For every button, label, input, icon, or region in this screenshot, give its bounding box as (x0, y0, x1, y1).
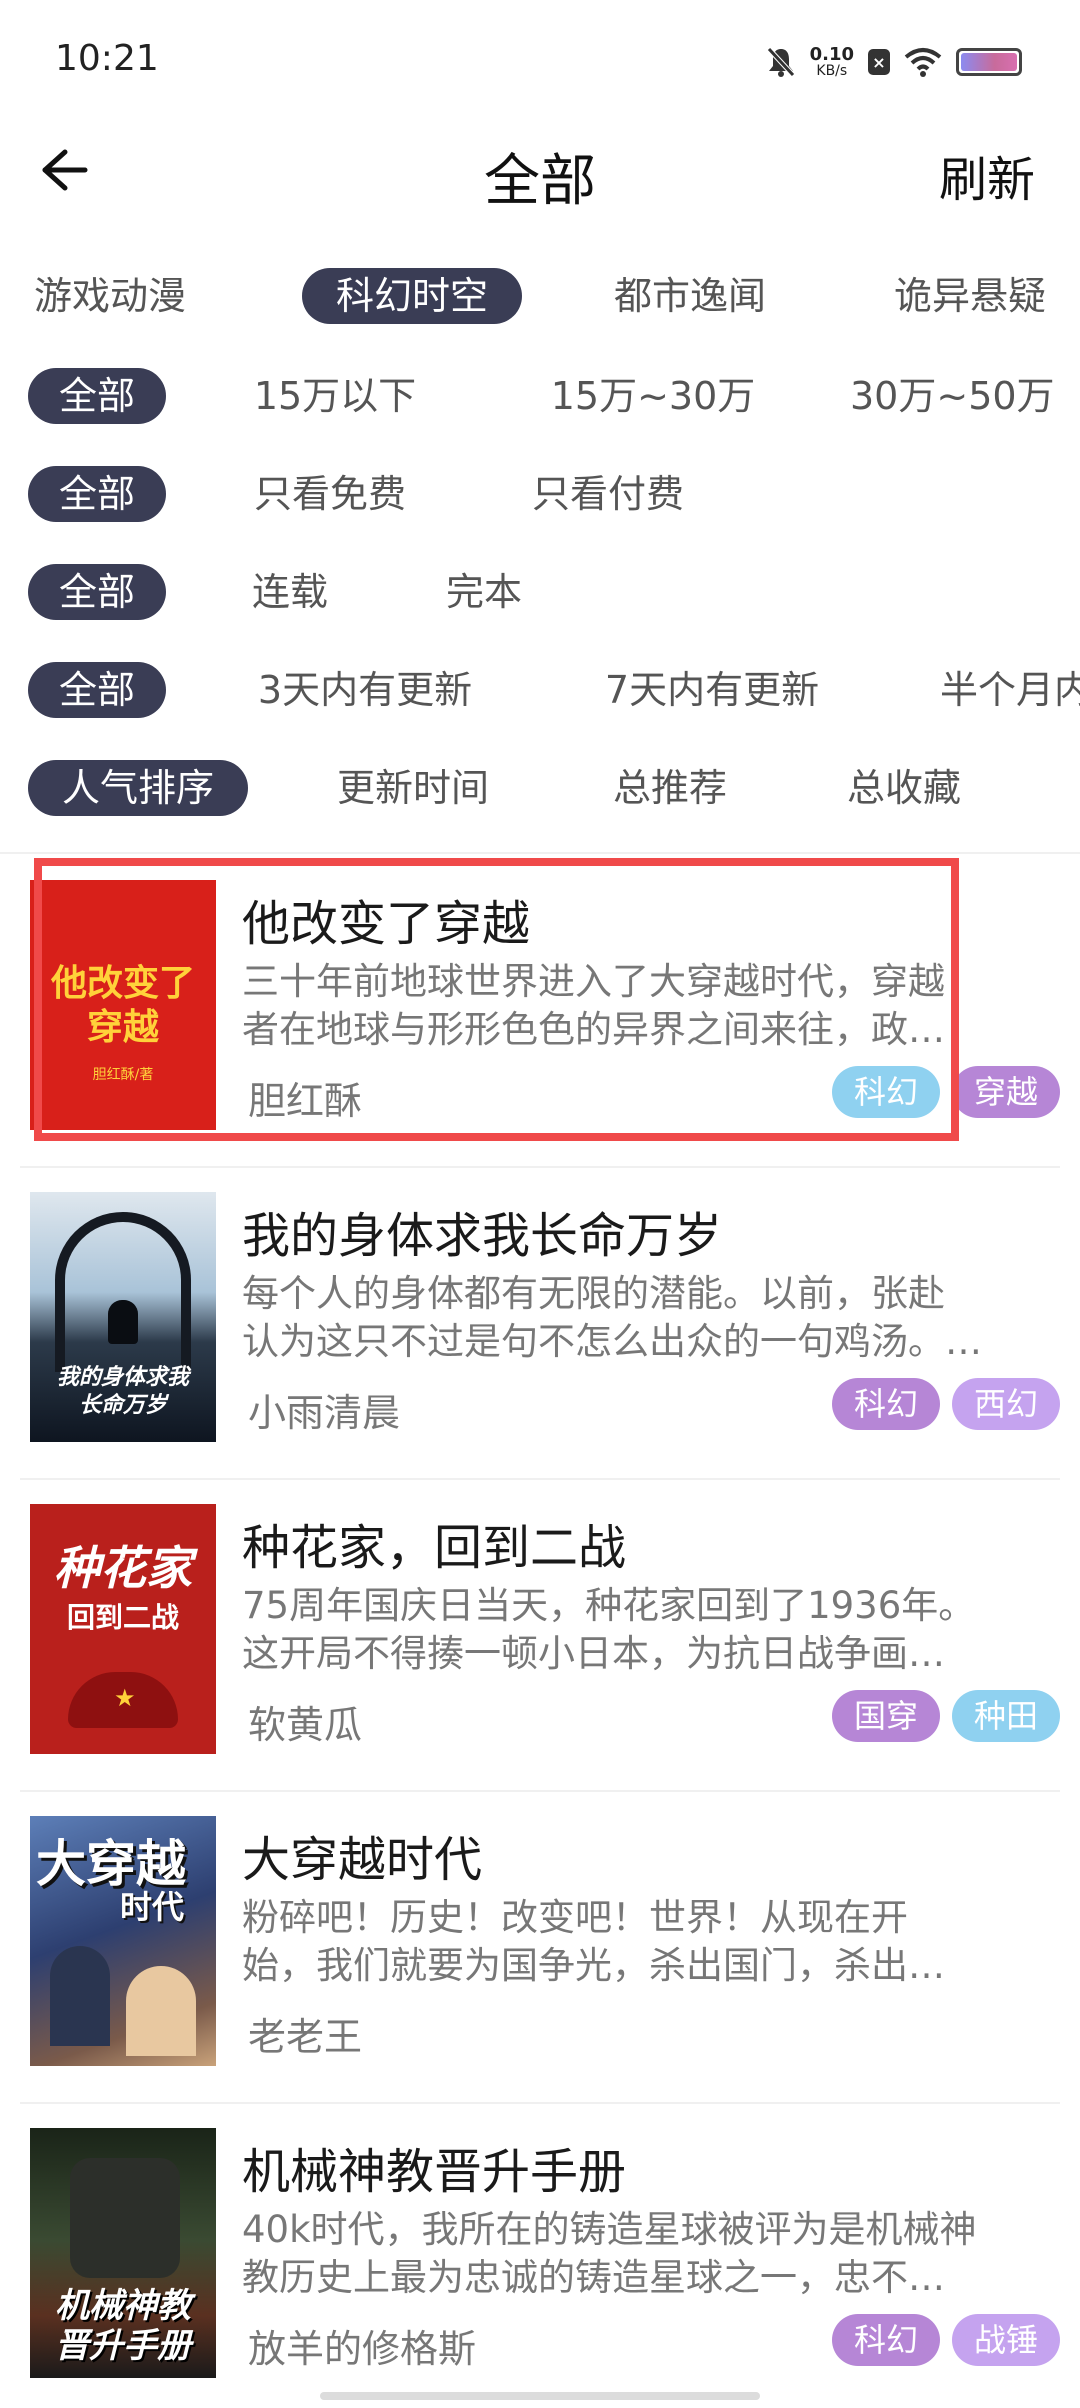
sort-chip[interactable]: 总收藏 (834, 760, 974, 816)
book-description: 75周年国庆日当天，种花家回到了1936年。 这开局不得揍一顿小日本，为抗日战争… (242, 1582, 1062, 1678)
book-description-line: 这开局不得揍一顿小日本，为抗日战争画… (242, 1632, 945, 1675)
home-indicator[interactable] (320, 2392, 760, 2400)
book-cover[interactable]: 我的身体求我 长命万岁 (30, 1192, 216, 1442)
price-chip-active[interactable]: 全部 (28, 466, 166, 522)
update-chip[interactable]: 半个月内 (940, 662, 1080, 718)
book-description-line: 认为这只不过是句不怎么出众的一句鸡汤。… (242, 1320, 982, 1363)
book-author: 老老王 (248, 2015, 363, 2059)
book-cover[interactable]: 机械神教 晋升手册 (30, 2128, 216, 2378)
update-chip[interactable]: 3天内有更新 (245, 662, 485, 718)
book-author: 放羊的修格斯 (248, 2327, 477, 2371)
update-chip-active[interactable]: 全部 (28, 662, 166, 718)
network-speed-value: 0.10 (809, 44, 854, 65)
wifi-icon (904, 48, 942, 77)
book-description-line: 粉碎吧！历史！改变吧！世界！从现在开 (242, 1896, 908, 1939)
book-description-line: 教历史上最为忠诚的铸造星球之一，忠不… (242, 2256, 945, 2299)
wordcount-chip[interactable]: 15万~30万 (528, 368, 778, 424)
page-title: 全部 (484, 149, 596, 214)
book-tags: 科幻 西幻 (831, 1378, 1060, 1430)
book-author: 小雨清晨 (248, 1391, 401, 1435)
book-title: 机械神教晋升手册 (242, 2144, 627, 2200)
wordcount-chip-active[interactable]: 全部 (28, 368, 166, 424)
book-tags: 科幻 战锤 (831, 2314, 1060, 2366)
book-cover[interactable]: 大穿越 时代 (30, 1816, 216, 2066)
sort-filter-row: 人气排序 更新时间 总推荐 总收藏 (0, 760, 1080, 824)
book-tags: 国穿 种田 (831, 1690, 1060, 1742)
wordcount-chip[interactable]: 30万~50万 (850, 368, 1080, 424)
network-speed-unit: KB/s (816, 63, 848, 79)
sort-chip[interactable]: 总推荐 (600, 760, 740, 816)
list-divider (20, 1478, 1060, 1480)
book-description-line: 75周年国庆日当天，种花家回到了1936年。 (242, 1584, 976, 1627)
category-chip[interactable]: 都市逸闻 (590, 268, 790, 324)
book-description-line: 40k时代，我所在的铸造星球被评为是机械神 (242, 2208, 977, 2251)
book-item[interactable]: 机械神教 晋升手册 机械神教晋升手册 40k时代，我所在的铸造星球被评为是机械神… (20, 2106, 1060, 2408)
filter-divider (0, 852, 1080, 854)
price-chip[interactable]: 只看付费 (518, 466, 698, 522)
category-chip[interactable]: 游戏动漫 (30, 268, 190, 324)
book-cover[interactable]: 种花家 回到二战 ★ (30, 1504, 216, 1754)
book-title: 大穿越时代 (242, 1832, 483, 1888)
cover-title-line: 我的身体求我 (56, 1365, 189, 1390)
update-filter-row: 全部 3天内有更新 7天内有更新 半个月内 (0, 662, 1080, 726)
wordcount-filter-row: 全部 15万以下 15万~30万 30万~50万 (0, 368, 1080, 432)
status-bar: 10:21 0.10 KB/s × (0, 0, 1080, 120)
book-item[interactable]: 大穿越 时代 大穿越时代 粉碎吧！历史！改变吧！世界！从现在开 始，我们就要为国… (20, 1794, 1060, 2104)
book-tag: 战锤 (951, 2314, 1060, 2366)
app-header: 全部 刷新 (0, 120, 1080, 220)
list-divider (20, 2102, 1060, 2104)
status-filter-row: 全部 连载 完本 (0, 564, 1080, 628)
list-divider (20, 1790, 1060, 1792)
mute-icon (766, 47, 795, 77)
book-title: 种花家，回到二战 (242, 1520, 627, 1576)
book-item[interactable]: 种花家 回到二战 ★ 种花家，回到二战 75周年国庆日当天，种花家回到了1936… (20, 1482, 1060, 1792)
book-description: 40k时代，我所在的铸造星球被评为是机械神 教历史上最为忠诚的铸造星球之一，忠不… (242, 2206, 1062, 2302)
cover-title-line: 长命万岁 (78, 1393, 167, 1418)
book-description-line: 每个人的身体都有无限的潜能。以前，张赴 (242, 1272, 945, 1315)
category-chip-active[interactable]: 科幻时空 (302, 268, 522, 324)
selection-highlight (34, 858, 959, 1141)
book-tag: 西幻 (951, 1378, 1060, 1430)
cover-title-line: 种花家 (54, 1541, 192, 1595)
battery-icon (956, 48, 1022, 76)
book-item[interactable]: 我的身体求我 长命万岁 我的身体求我长命万岁 每个人的身体都有无限的潜能。以前，… (20, 1170, 1060, 1480)
star-icon: ★ (114, 1684, 136, 1712)
status-time: 10:21 (55, 38, 159, 79)
book-tag: 国穿 (831, 1690, 940, 1742)
cover-title-line: 晋升手册 (55, 2326, 191, 2366)
wordcount-chip[interactable]: 15万以下 (235, 368, 435, 424)
price-filter-row: 全部 只看免费 只看付费 (0, 466, 1080, 530)
category-chip[interactable]: 诡异悬疑 (870, 268, 1070, 324)
book-description-line: 始，我们就要为国争光，杀出国门，杀出… (242, 1944, 945, 1987)
refresh-button[interactable]: 刷新 (939, 140, 1035, 210)
notification-x-icon: × (868, 49, 890, 75)
list-divider (20, 1166, 1060, 1168)
book-description: 粉碎吧！历史！改变吧！世界！从现在开 始，我们就要为国争光，杀出国门，杀出… (242, 1894, 1062, 1990)
book-title: 我的身体求我长命万岁 (242, 1208, 723, 1264)
status-chip[interactable]: 完本 (434, 564, 534, 620)
sort-chip[interactable]: 更新时间 (318, 760, 508, 816)
network-speed: 0.10 KB/s (809, 44, 854, 79)
update-chip[interactable]: 7天内有更新 (592, 662, 832, 718)
book-tag: 种田 (951, 1690, 1060, 1742)
cover-title-line: 回到二战 (66, 1601, 179, 1634)
book-description: 每个人的身体都有无限的潜能。以前，张赴 认为这只不过是句不怎么出众的一句鸡汤。… (242, 1270, 1062, 1366)
status-icons: 0.10 KB/s × (766, 42, 1022, 82)
book-tag: 科幻 (831, 1378, 940, 1430)
cover-title-line: 机械神教 (55, 2286, 191, 2326)
status-chip[interactable]: 连载 (240, 564, 340, 620)
price-chip[interactable]: 只看免费 (240, 466, 420, 522)
cover-title-line: 时代 (120, 1888, 185, 1926)
book-tag: 穿越 (951, 1066, 1060, 1118)
book-tag: 科幻 (831, 2314, 940, 2366)
status-chip-active[interactable]: 全部 (28, 564, 166, 620)
sort-chip-active[interactable]: 人气排序 (28, 760, 248, 816)
book-author: 软黄瓜 (248, 1703, 363, 1747)
category-filter-row: 游戏动漫 科幻时空 都市逸闻 诡异悬疑 (0, 268, 1080, 332)
